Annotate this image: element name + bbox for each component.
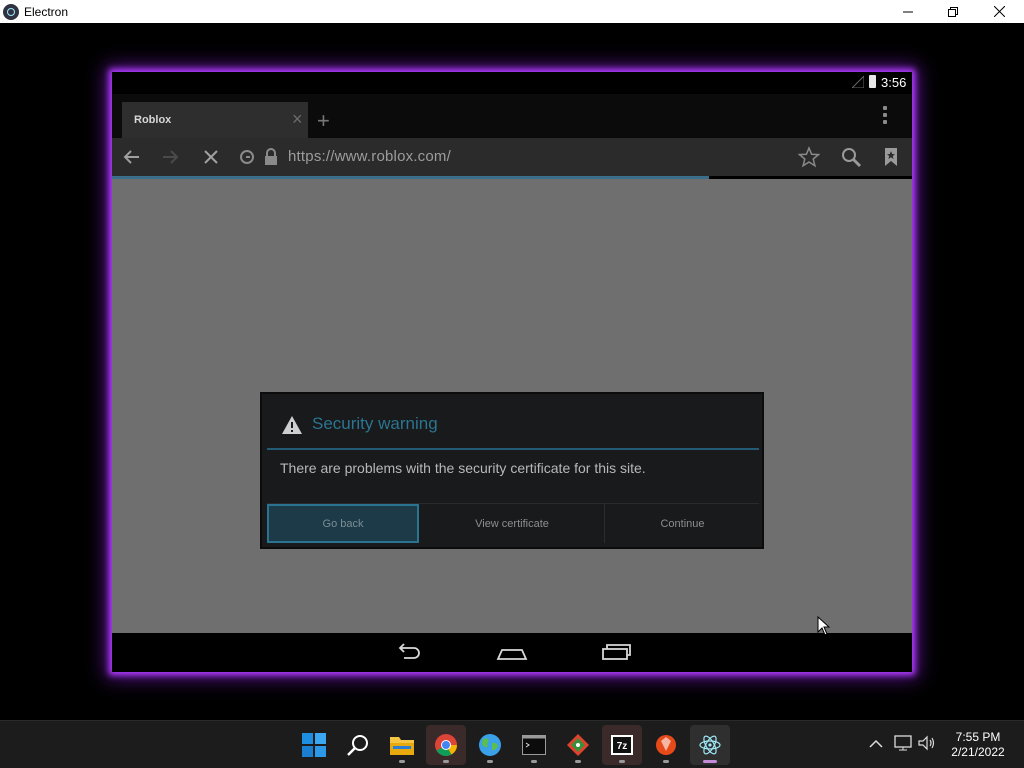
view-certificate-button[interactable]: View certificate [420,504,605,543]
dialog-button-row: Go back View certificate Continue [267,503,759,543]
page-content: Security warning There are problems with… [112,179,912,633]
status-clock: 3:56 [881,75,907,90]
star-icon[interactable] [797,146,821,168]
terminal-button[interactable] [514,725,554,765]
svg-text:7z: 7z [617,741,628,752]
tab-close-icon[interactable]: × [292,110,303,128]
running-indicator [399,760,405,763]
system-clock[interactable]: 7:55 PM 2/21/2022 [944,730,1012,760]
running-indicator [663,760,669,763]
forward-arrow-icon[interactable] [160,146,182,168]
search-icon[interactable] [840,146,862,168]
signal-icon [852,76,864,88]
browser-tab-strip: Roblox × + [112,94,912,138]
minimize-icon [903,11,913,12]
terminal-icon [522,735,546,755]
back-arrow-icon[interactable] [120,146,142,168]
running-indicator [575,760,581,763]
nav-recents-icon[interactable] [600,641,632,663]
chrome-button[interactable] [426,725,466,765]
new-tab-icon[interactable]: + [317,110,330,132]
dialog-title: Security warning [312,414,438,433]
globe-app-button[interactable] [470,725,510,765]
security-warning-dialog: Security warning There are problems with… [260,392,764,549]
windows-logo-icon [302,733,326,757]
minimize-button[interactable] [885,0,931,23]
running-indicator [487,760,493,763]
file-explorer-button[interactable] [382,725,422,765]
window-title: Electron [24,4,69,19]
dialog-divider [267,448,759,450]
running-indicator [531,760,537,763]
restore-icon [948,6,958,17]
globe-icon [479,734,501,756]
stop-loading-icon[interactable] [200,146,222,168]
lock-icon [260,146,282,168]
nav-back-icon[interactable] [392,641,424,663]
active-window-indicator [703,760,717,763]
battery-icon [869,75,876,88]
android-status-bar: 3:56 [112,72,912,94]
site-favicon-icon [236,146,258,168]
close-icon [993,6,1005,17]
electron-app-icon [3,3,19,20]
close-button[interactable] [976,0,1022,23]
running-indicator [443,760,449,763]
restore-button[interactable] [930,0,976,23]
taskbar-search-button[interactable] [338,725,378,765]
continue-button[interactable]: Continue [606,504,759,543]
volume-icon[interactable] [918,735,936,753]
clock-time: 7:55 PM [955,730,1001,744]
mouse-cursor-icon [817,616,831,636]
7zip-button[interactable]: 7z [602,725,642,765]
dialog-message: There are problems with the security cer… [280,460,646,476]
url-field[interactable]: https://www.roblox.com/ [288,148,451,165]
tab-title: Roblox [134,114,172,126]
git-button[interactable] [558,725,598,765]
7zip-icon: 7z [611,735,633,755]
chevron-up-icon[interactable] [867,735,885,753]
dialog-header: Security warning [267,400,759,448]
emulator-screen: 3:56 Roblox × + https://www.roblox.com/ [112,72,912,672]
bookmarks-icon[interactable] [880,146,902,168]
network-icon[interactable] [894,735,912,753]
ruby-button[interactable] [646,725,686,765]
overflow-menu-icon[interactable] [882,106,888,126]
warning-icon [282,416,302,434]
running-indicator [619,760,625,763]
android-nav-bar [112,633,912,672]
electron-button[interactable] [690,725,730,765]
search-icon [347,735,368,756]
browser-toolbar: https://www.roblox.com/ [112,138,912,176]
git-icon [567,734,589,756]
windows-taskbar: 7z 7:55 PM 2/21/2022 [0,720,1024,768]
nav-home-icon[interactable] [496,641,528,663]
folder-icon [390,737,414,755]
clock-date: 2/21/2022 [951,745,1005,759]
chrome-icon [435,734,457,756]
ruby-icon [656,735,676,755]
start-button[interactable] [294,725,334,765]
go-back-button[interactable]: Go back [267,504,419,543]
window-titlebar: Electron [0,0,1024,23]
browser-tab[interactable]: Roblox × [122,102,308,138]
electron-icon [699,735,721,755]
